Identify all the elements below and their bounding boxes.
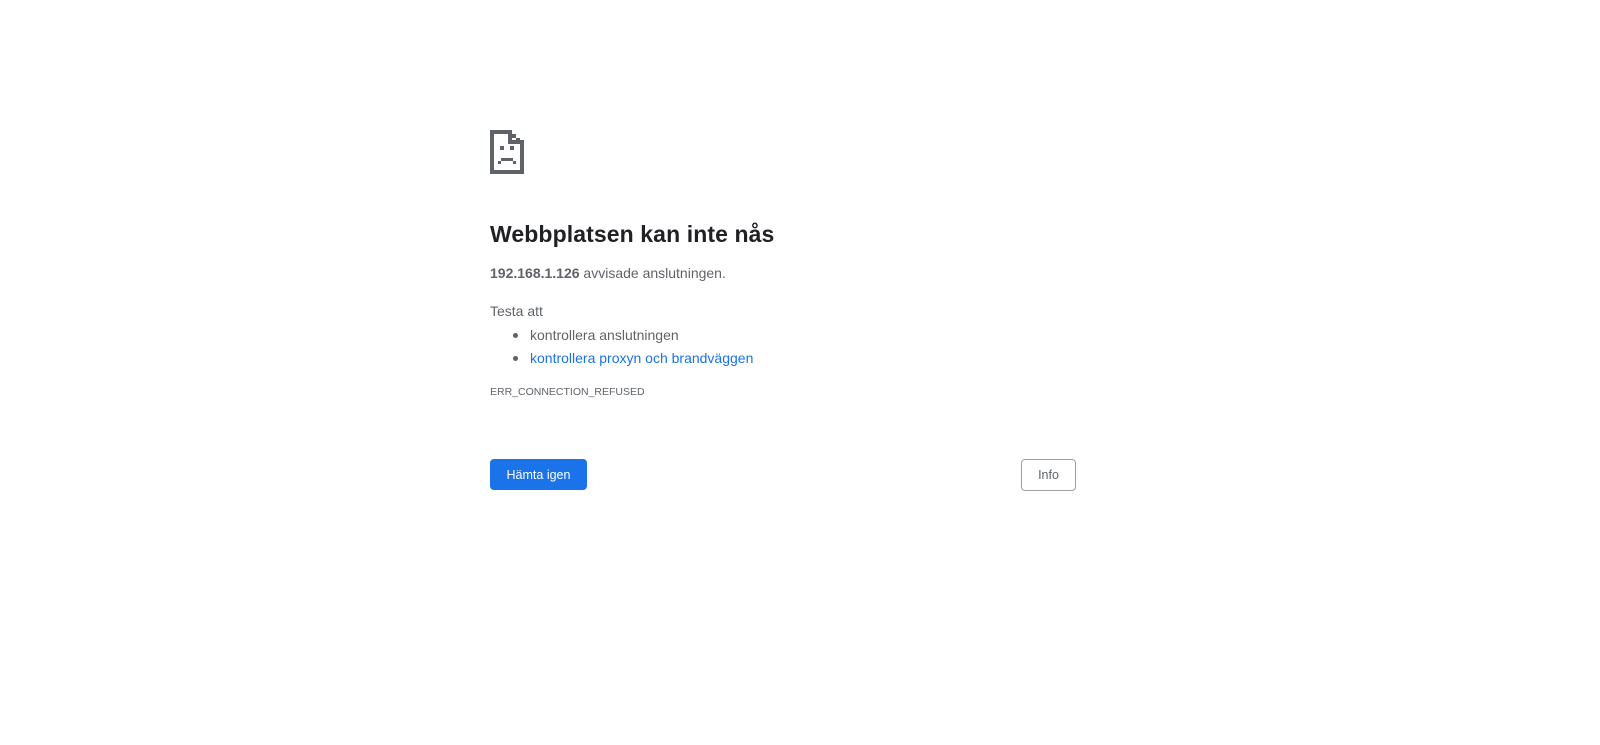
error-page: Webbplatsen kan inte nås 192.168.1.126 a… bbox=[0, 0, 1600, 745]
reload-button[interactable]: Hämta igen bbox=[490, 459, 587, 490]
bullet-icon bbox=[513, 333, 518, 338]
button-row: Hämta igen Info bbox=[490, 459, 1078, 491]
error-host: 192.168.1.126 bbox=[490, 265, 580, 281]
error-code: ERR_CONNECTION_REFUSED bbox=[490, 386, 645, 398]
suggestion-check-proxy-firewall-link[interactable]: kontrollera proxyn och brandväggen bbox=[530, 350, 753, 366]
suggestion-item: kontrollera proxyn och brandväggen bbox=[513, 348, 1080, 368]
error-description: 192.168.1.126 avvisade anslutningen. bbox=[490, 263, 1080, 283]
suggestions-heading: Testa att bbox=[490, 303, 543, 319]
error-host-message: avvisade anslutningen. bbox=[579, 265, 726, 281]
suggestion-check-connection: kontrollera anslutningen bbox=[530, 327, 679, 343]
error-title: Webbplatsen kan inte nås bbox=[490, 221, 775, 247]
suggestion-item: kontrollera anslutningen bbox=[513, 325, 1080, 345]
error-content: Webbplatsen kan inte nås 192.168.1.126 a… bbox=[490, 130, 1080, 491]
details-button[interactable]: Info bbox=[1021, 459, 1076, 491]
sad-document-icon bbox=[490, 130, 524, 174]
suggestions-list: kontrollera anslutningen kontrollera pro… bbox=[490, 325, 1080, 368]
bullet-icon bbox=[513, 356, 518, 361]
